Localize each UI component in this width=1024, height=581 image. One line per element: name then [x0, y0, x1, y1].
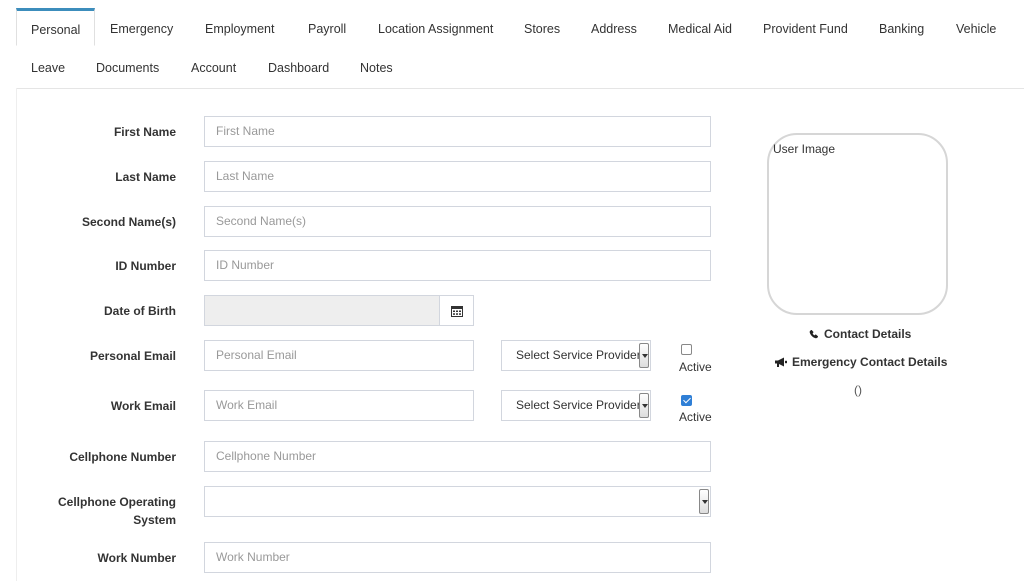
contact-details-link[interactable]: Contact Details [808, 327, 911, 341]
cell-os-label: Cellphone Operating System [58, 494, 176, 528]
tab-medical-aid[interactable]: Medical Aid [654, 8, 746, 46]
dob-input[interactable] [204, 295, 440, 326]
work-email-active-label: Active [679, 410, 712, 424]
tab-bar: Personal Emergency Employment Payroll Lo… [16, 8, 1024, 89]
work-email-label: Work Email [110, 399, 176, 413]
tab-emergency[interactable]: Emergency [96, 8, 187, 46]
user-image-frame[interactable] [767, 133, 948, 315]
work-email-provider-value: Select Service Provider [516, 398, 641, 412]
second-names-label: Second Name(s) [81, 215, 176, 229]
id-number-input[interactable]: ID Number [204, 250, 711, 281]
cell-os-label-line1: Cellphone Operating [57, 495, 176, 509]
tab-provident-fund[interactable]: Provident Fund [749, 8, 862, 46]
personal-email-active-checkbox[interactable] [681, 344, 692, 355]
personal-email-label: Personal Email [89, 349, 176, 363]
personal-email-input[interactable]: Personal Email [204, 340, 474, 371]
tab-location-assignment[interactable]: Location Assignment [364, 8, 507, 46]
first-name-input[interactable]: First Name [204, 116, 711, 147]
contact-placeholder-text: () [854, 383, 862, 397]
id-number-label: ID Number [115, 259, 176, 273]
personal-email-provider-value: Select Service Provider [516, 348, 641, 362]
emergency-contact-details-link[interactable]: Emergency Contact Details [774, 355, 947, 369]
tab-stores[interactable]: Stores [510, 8, 574, 46]
last-name-input[interactable]: Last Name [204, 161, 711, 192]
tab-notes[interactable]: Notes [346, 47, 407, 85]
chevron-down-icon [639, 393, 649, 418]
tab-vehicle[interactable]: Vehicle [942, 8, 1010, 46]
tab-banking[interactable]: Banking [865, 8, 938, 46]
work-number-input[interactable]: Work Number [204, 542, 711, 573]
bullhorn-icon [775, 357, 787, 367]
work-email-input[interactable]: Work Email [204, 390, 474, 421]
work-email-active-checkbox[interactable] [681, 395, 692, 406]
chevron-down-icon [699, 489, 709, 514]
dob-label: Date of Birth [104, 304, 176, 318]
cell-os-label-line2: System [133, 513, 176, 527]
tab-dashboard[interactable]: Dashboard [254, 47, 343, 85]
last-name-label: Last Name [115, 170, 176, 184]
chevron-down-icon [639, 343, 649, 368]
personal-email-active-label: Active [679, 360, 712, 374]
work-email-provider-select[interactable]: Select Service Provider [501, 390, 651, 421]
cell-os-select[interactable] [204, 486, 711, 517]
first-name-label: First Name [113, 125, 176, 139]
emergency-contact-details-label: Emergency Contact Details [792, 355, 948, 369]
calendar-icon [450, 305, 463, 317]
tab-address[interactable]: Address [577, 8, 651, 46]
tab-payroll[interactable]: Payroll [294, 8, 360, 46]
phone-icon [809, 329, 819, 339]
second-names-input[interactable]: Second Name(s) [204, 206, 711, 237]
tab-account[interactable]: Account [177, 47, 250, 85]
tab-leave[interactable]: Leave [17, 47, 79, 85]
personal-email-provider-select[interactable]: Select Service Provider [501, 340, 651, 371]
user-image-label: User Image [773, 142, 836, 156]
tab-documents[interactable]: Documents [82, 47, 173, 85]
tab-employment[interactable]: Employment [191, 8, 288, 46]
cellphone-input[interactable]: Cellphone Number [204, 441, 711, 472]
tab-personal[interactable]: Personal [16, 8, 96, 46]
contact-details-label: Contact Details [824, 327, 912, 341]
calendar-button[interactable] [439, 295, 474, 326]
cellphone-label: Cellphone Number [69, 450, 176, 464]
work-number-label: Work Number [97, 551, 176, 565]
